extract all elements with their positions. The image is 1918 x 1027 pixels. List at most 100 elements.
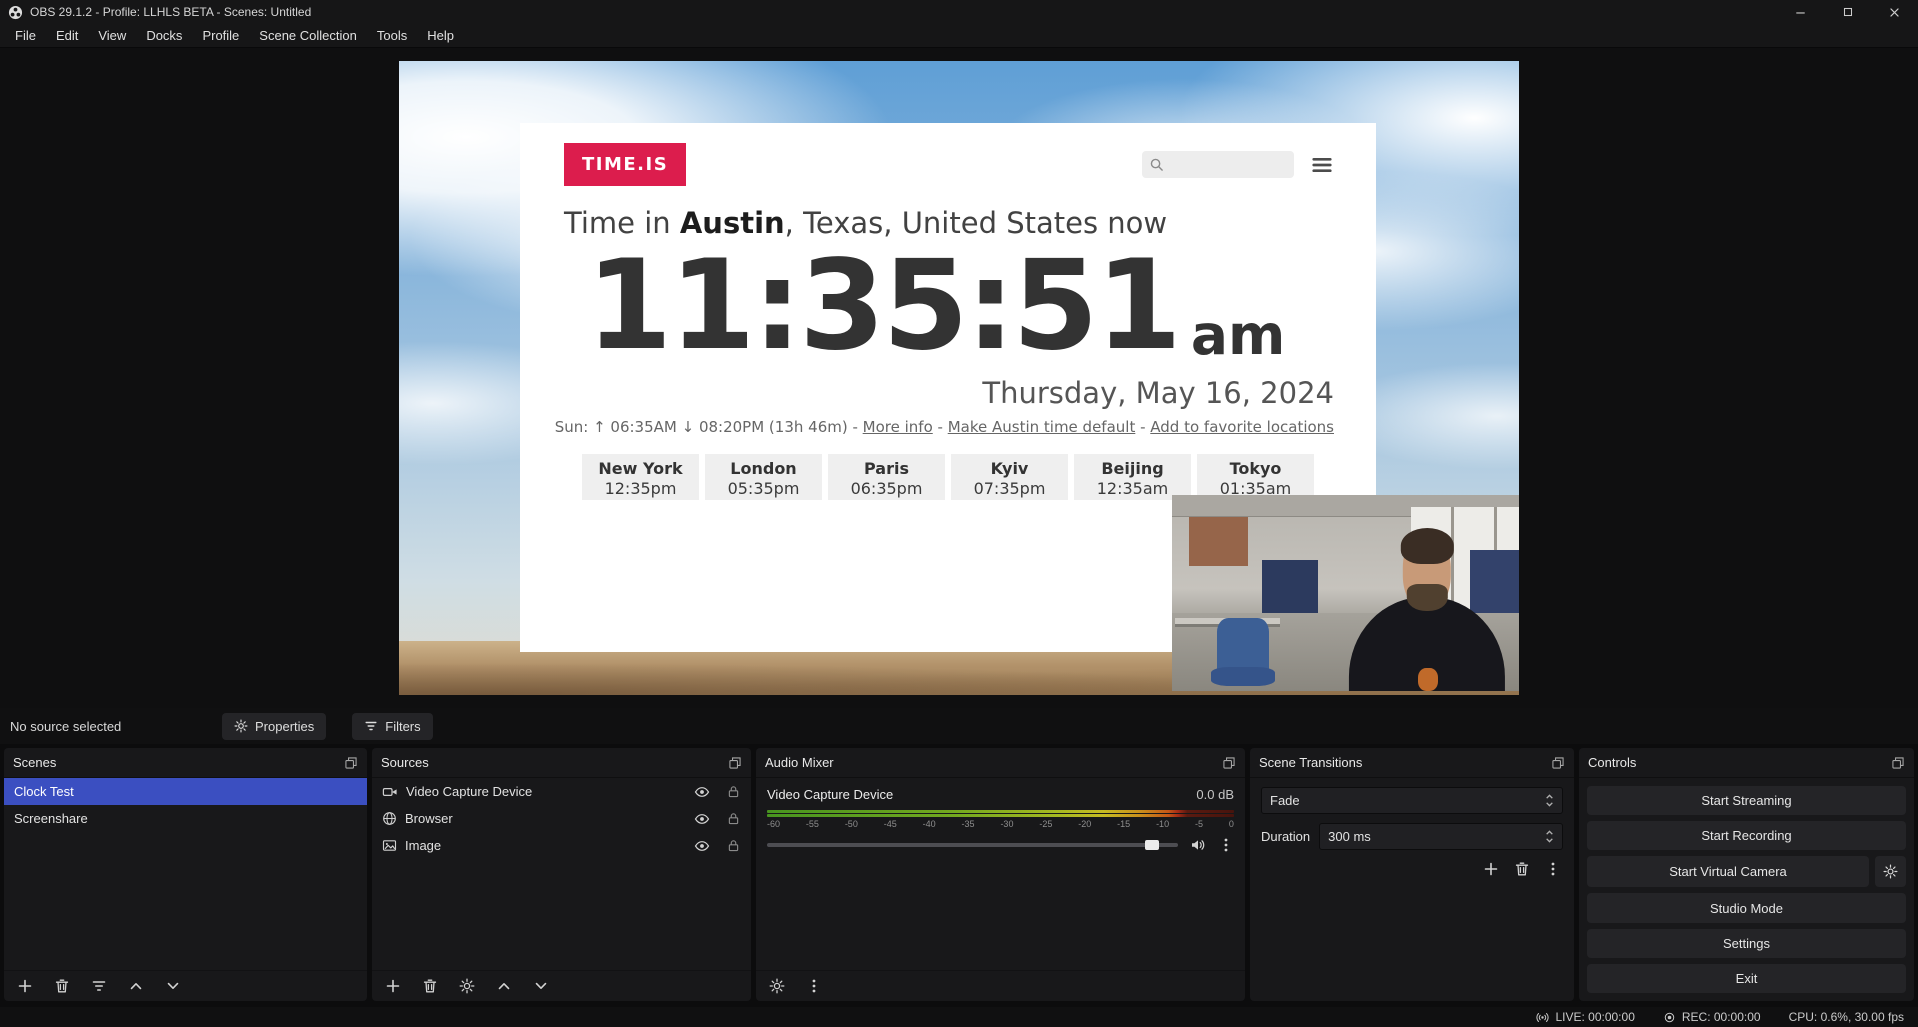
start-recording-button[interactable]: Start Recording — [1587, 821, 1906, 850]
transition-select[interactable]: Fade — [1261, 787, 1563, 814]
source-item-image[interactable]: Image — [372, 832, 751, 859]
scale-tick: -30 — [1000, 819, 1013, 829]
menubar: File Edit View Docks Profile Scene Colle… — [0, 24, 1918, 48]
scale-tick: -5 — [1195, 819, 1203, 829]
filters-button[interactable]: Filters — [352, 713, 432, 740]
move-source-down-button[interactable] — [533, 978, 549, 994]
person — [1349, 511, 1505, 691]
menu-profile[interactable]: Profile — [192, 25, 249, 46]
popout-icon[interactable] — [1222, 756, 1236, 770]
scene-item-clock-test[interactable]: Clock Test — [4, 778, 367, 805]
move-scene-down-button[interactable] — [165, 978, 181, 994]
move-scene-up-button[interactable] — [128, 978, 144, 994]
clock-time: 11:35:51 — [586, 244, 1179, 368]
advanced-audio-button[interactable] — [769, 978, 785, 994]
record-icon — [1663, 1011, 1676, 1024]
lock-button[interactable] — [726, 838, 741, 853]
controls-dock: Controls Start Streaming Start Recording… — [1579, 748, 1914, 1001]
source-label: Video Capture Device — [406, 784, 532, 799]
menu-tools[interactable]: Tools — [367, 25, 417, 46]
scale-tick: -10 — [1156, 819, 1169, 829]
add-scene-button[interactable] — [17, 978, 33, 994]
speaker-icon — [1190, 837, 1206, 853]
gear-icon — [459, 978, 475, 994]
volume-slider[interactable] — [767, 843, 1178, 847]
mute-button[interactable] — [1190, 837, 1206, 853]
window-title: OBS 29.1.2 - Profile: LLHLS BETA - Scene… — [30, 5, 311, 19]
spinner-arrows-icon — [1545, 829, 1554, 844]
add-transition-button[interactable] — [1483, 861, 1499, 877]
menu-file[interactable]: File — [5, 25, 46, 46]
menu-edit[interactable]: Edit — [46, 25, 88, 46]
maximize-button[interactable] — [1824, 0, 1871, 24]
add-source-button[interactable] — [385, 978, 401, 994]
remove-source-button[interactable] — [422, 978, 438, 994]
kebab-icon — [806, 978, 822, 994]
source-properties-button[interactable] — [459, 978, 475, 994]
scenes-list: Clock Test Screenshare — [4, 778, 367, 970]
virtual-camera-config-button[interactable] — [1875, 856, 1906, 887]
city-name: Paris — [828, 459, 945, 479]
popout-icon[interactable] — [344, 756, 358, 770]
camera-icon — [382, 784, 398, 800]
lock-button[interactable] — [726, 784, 741, 799]
popout-icon[interactable] — [1551, 756, 1565, 770]
image-icon — [382, 838, 397, 853]
trash-icon — [54, 978, 70, 994]
timeis-search-box — [1142, 151, 1294, 178]
office-chair — [1217, 618, 1269, 681]
exit-button[interactable]: Exit — [1587, 964, 1906, 993]
visibility-eye-button[interactable] — [694, 811, 710, 827]
popout-icon[interactable] — [728, 756, 742, 770]
rec-status: REC: 00:00:00 — [1663, 1010, 1761, 1024]
visibility-eye-button[interactable] — [694, 838, 710, 854]
start-streaming-button[interactable]: Start Streaming — [1587, 786, 1906, 815]
scene-filters-button[interactable] — [91, 978, 107, 994]
city-time: 05:35pm — [705, 479, 822, 498]
start-virtual-camera-button[interactable]: Start Virtual Camera — [1587, 856, 1869, 887]
popout-icon[interactable] — [1891, 756, 1905, 770]
scene-item-screenshare[interactable]: Screenshare — [4, 805, 367, 832]
move-source-up-button[interactable] — [496, 978, 512, 994]
source-item-browser[interactable]: Browser — [372, 805, 751, 832]
filter-icon — [364, 719, 378, 733]
duration-spinbox[interactable]: 300 ms — [1319, 823, 1563, 850]
preview-canvas[interactable]: TIME.IS Time in Austin, Texas, United St… — [399, 61, 1519, 695]
duration-row: Duration 300 ms — [1261, 823, 1563, 850]
transition-properties-button[interactable] — [1545, 861, 1561, 877]
minimize-button[interactable] — [1777, 0, 1824, 24]
scale-tick: 0 — [1229, 819, 1234, 829]
source-label: Image — [405, 838, 441, 853]
properties-label: Properties — [255, 719, 314, 734]
filters-label: Filters — [385, 719, 420, 734]
properties-button[interactable]: Properties — [222, 713, 326, 740]
kebab-icon — [1545, 861, 1561, 877]
source-item-video-capture[interactable]: Video Capture Device — [372, 778, 751, 805]
menu-help[interactable]: Help — [417, 25, 464, 46]
remove-scene-button[interactable] — [54, 978, 70, 994]
menu-view[interactable]: View — [88, 25, 136, 46]
controls-dock-header: Controls — [1579, 748, 1914, 778]
channel-options-button[interactable] — [1218, 837, 1234, 853]
mixer-dock-header: Audio Mixer — [756, 748, 1245, 778]
timeis-logo: TIME.IS — [564, 143, 686, 186]
lock-icon — [726, 784, 741, 799]
settings-button[interactable]: Settings — [1587, 929, 1906, 958]
volume-slider-handle[interactable] — [1145, 840, 1159, 850]
lock-button[interactable] — [726, 811, 741, 826]
gear-icon — [234, 719, 248, 733]
duration-value: 300 ms — [1328, 829, 1371, 844]
close-button[interactable] — [1871, 0, 1918, 24]
duration-label: Duration — [1261, 829, 1310, 844]
scale-tick: -25 — [1039, 819, 1052, 829]
city-name: New York — [582, 459, 699, 479]
menu-scene-collection[interactable]: Scene Collection — [249, 25, 367, 46]
menu-docks[interactable]: Docks — [136, 25, 192, 46]
mixer-more-button[interactable] — [806, 978, 822, 994]
sources-list: Video Capture Device Browser Image — [372, 778, 751, 970]
remove-transition-button[interactable] — [1514, 861, 1530, 877]
studio-mode-button[interactable]: Studio Mode — [1587, 893, 1906, 922]
mixer-dock-toolbar — [756, 970, 1245, 1001]
visibility-eye-button[interactable] — [694, 784, 710, 800]
city-box-tokyo: Tokyo01:35am — [1197, 454, 1314, 500]
